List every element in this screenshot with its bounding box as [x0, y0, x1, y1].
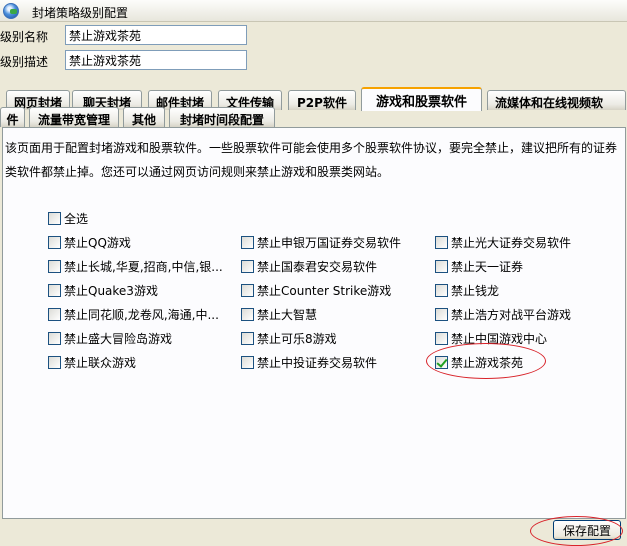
option-checkbox[interactable]: 禁止浩方对战平台游戏	[435, 306, 621, 322]
level-desc-input[interactable]	[65, 50, 247, 70]
checkbox-box[interactable]	[435, 235, 448, 249]
option-checkbox[interactable]: 禁止天一证券	[435, 258, 621, 274]
checkbox-label: 禁止中国游戏中心	[451, 331, 548, 346]
tab-label: 其他	[131, 113, 156, 127]
option-checkbox[interactable]: 禁止Counter Strike游戏	[241, 282, 427, 298]
checkbox-label: 禁止中投证券交易软件	[257, 355, 378, 370]
checkbox-label: 禁止大智慧	[257, 307, 318, 322]
checkbox-box[interactable]	[435, 355, 448, 369]
tab-game-stock[interactable]: 游戏和股票软件	[361, 87, 482, 111]
option-checkbox[interactable]: 禁止光大证券交易软件	[435, 234, 621, 250]
checkbox-label: 禁止可乐8游戏	[257, 331, 337, 346]
tab-label: 流量带宽管理	[37, 113, 110, 127]
checkbox-box[interactable]	[435, 307, 448, 321]
checkbox-box[interactable]	[241, 307, 254, 321]
checkbox-box[interactable]	[241, 355, 254, 369]
checkbox-label: 禁止光大证券交易软件	[451, 235, 572, 250]
option-checkbox[interactable]: 禁止同花顺,龙卷风,海通,中...	[48, 306, 234, 322]
checkbox-label: 禁止申银万国证券交易软件	[257, 235, 402, 250]
checkbox-box[interactable]	[241, 283, 254, 297]
checkbox-label: 禁止盛大冒险岛游戏	[64, 331, 173, 346]
checkbox-label: 禁止Counter Strike游戏	[257, 283, 392, 298]
option-checkbox[interactable]: 禁止中投证券交易软件	[241, 354, 427, 370]
tab-p2p[interactable]: P2P软件	[288, 90, 356, 110]
level-name-label: 级别名称	[0, 30, 49, 44]
checkbox-box[interactable]	[48, 307, 61, 321]
checkbox-box[interactable]	[48, 355, 61, 369]
checkbox-label: 禁止联众游戏	[64, 355, 137, 370]
checkbox-label: 禁止钱龙	[451, 283, 500, 298]
option-checkbox[interactable]: 禁止申银万国证券交易软件	[241, 234, 427, 250]
checkbox-box[interactable]	[48, 211, 61, 225]
tab-streaming-continued[interactable]: 件	[0, 107, 25, 127]
checkbox-box[interactable]	[241, 331, 254, 345]
tab-other[interactable]: 其他	[123, 107, 165, 127]
tab-bandwidth[interactable]: 流量带宽管理	[29, 107, 119, 127]
checkbox-box[interactable]	[48, 259, 61, 273]
checkbox-label: 禁止游戏茶苑	[451, 355, 524, 370]
option-checkbox[interactable]: 禁止可乐8游戏	[241, 330, 427, 346]
option-checkbox[interactable]: 禁止中国游戏中心	[435, 330, 621, 346]
checkbox-label: 禁止长城,华夏,招商,中信,银...	[64, 259, 223, 274]
option-checkbox[interactable]: 禁止Quake3游戏	[48, 282, 234, 298]
option-checkbox[interactable]: 禁止QQ游戏	[48, 234, 234, 250]
checkbox-box[interactable]	[48, 283, 61, 297]
tab-label: P2P软件	[297, 96, 347, 110]
level-desc-label: 级别描述	[0, 55, 49, 69]
checkbox-box[interactable]	[435, 331, 448, 345]
option-checkbox[interactable]: 禁止大智慧	[241, 306, 427, 322]
checkbox-box[interactable]	[435, 283, 448, 297]
checkbox-box[interactable]	[48, 331, 61, 345]
tab-time-period[interactable]: 封堵时间段配置	[169, 107, 275, 127]
checkbox-box[interactable]	[48, 235, 61, 249]
checkbox-label: 禁止QQ游戏	[64, 235, 131, 250]
panel-description: 该页面用于配置封堵游戏和股票软件。一些股票软件可能会使用多个股票软件协议，要完全…	[5, 141, 618, 179]
option-checkbox[interactable]: 禁止盛大冒险岛游戏	[48, 330, 234, 346]
save-config-button[interactable]: 保存配置	[553, 520, 621, 540]
option-checkbox[interactable]: 禁止联众游戏	[48, 354, 234, 370]
globe-icon	[3, 3, 19, 19]
tab-label: 游戏和股票软件	[375, 95, 467, 110]
checkbox-label: 禁止同花顺,龙卷风,海通,中...	[64, 307, 219, 322]
window-title: 封堵策略级别配置	[32, 6, 129, 20]
tab-label: 件	[6, 113, 19, 127]
level-name-input[interactable]	[65, 25, 247, 45]
checkbox-box[interactable]	[435, 259, 448, 273]
checkbox-box[interactable]	[241, 235, 254, 249]
checkbox-label: 禁止天一证券	[451, 259, 524, 274]
checkbox-label: 全选	[64, 211, 89, 226]
checkbox-box[interactable]	[241, 259, 254, 273]
tab-streaming[interactable]: 流媒体和在线视频软	[487, 90, 626, 110]
checkbox-label: 禁止Quake3游戏	[64, 283, 158, 298]
title-bar: 封堵策略级别配置	[0, 0, 627, 22]
tab-panel	[2, 127, 626, 519]
checkbox-label: 禁止国泰君安交易软件	[257, 259, 378, 274]
tab-label: 流媒体和在线视频软	[495, 96, 604, 110]
checkbox-label: 禁止浩方对战平台游戏	[451, 307, 572, 322]
option-checkbox-game-teahouse[interactable]: 禁止游戏茶苑	[435, 354, 621, 370]
option-checkbox[interactable]: 禁止钱龙	[435, 282, 621, 298]
option-checkbox[interactable]: 禁止长城,华夏,招商,中信,银...	[48, 258, 234, 274]
select-all-checkbox[interactable]: 全选	[48, 210, 198, 226]
tab-label: 封堵时间段配置	[179, 113, 264, 127]
option-checkbox[interactable]: 禁止国泰君安交易软件	[241, 258, 427, 274]
